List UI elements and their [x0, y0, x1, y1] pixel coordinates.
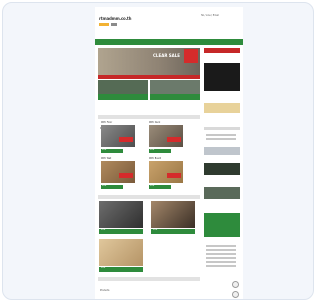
product-card-1[interactable]: WPC Floor View	[101, 121, 135, 155]
product-image[interactable]	[101, 125, 135, 147]
sidebar-link[interactable]	[206, 253, 236, 255]
product-button[interactable]: View	[149, 149, 171, 153]
promo-card-1[interactable]	[98, 80, 148, 100]
sidebar-link[interactable]	[206, 261, 236, 263]
sidebar-link[interactable]	[206, 257, 236, 259]
tile-button[interactable]: View	[151, 229, 195, 234]
certification-badge-icon	[232, 281, 239, 288]
certification-badge-icon	[232, 291, 239, 298]
screenshot-frame: rtmadmm.co.th Tel / Line / Email Home Pr…	[2, 2, 314, 300]
product-image[interactable]	[101, 161, 135, 183]
main-nav: Home Products Promotion About Contact	[95, 39, 243, 55]
section-header-tiles: Products	[98, 195, 200, 210]
section-header-products: Products	[98, 115, 200, 130]
header-contact: Tel / Line / Email	[201, 14, 219, 17]
product-name: WPC Wall	[101, 157, 112, 160]
tile-image[interactable]	[99, 239, 143, 266]
sidebar-banner-4[interactable]	[204, 187, 240, 199]
sidebar-link[interactable]	[206, 249, 236, 251]
sidebar-social-box[interactable]	[204, 213, 240, 237]
price-tag	[167, 137, 181, 142]
tile-image[interactable]	[151, 201, 195, 228]
product-name: WPC Floor	[101, 121, 113, 124]
sidebar-link[interactable]	[206, 134, 236, 136]
sidebar-link[interactable]	[206, 245, 236, 247]
promo-card-2[interactable]	[150, 80, 200, 100]
sidebar-link[interactable]	[206, 138, 236, 140]
product-name: WPC Board	[149, 157, 162, 160]
price-tag	[119, 137, 133, 142]
hero-headline: CLEAR SALE	[153, 53, 181, 58]
sidebar-banner-3[interactable]	[204, 163, 240, 175]
tile-card-3[interactable]: View	[99, 239, 143, 273]
tile-image[interactable]	[99, 201, 143, 228]
tile-card-2[interactable]: View	[151, 201, 195, 235]
hero-strip	[98, 75, 200, 79]
product-card-4[interactable]: WPC Board View	[149, 157, 183, 191]
site-header: rtmadmm.co.th Tel / Line / Email	[95, 7, 243, 37]
product-image[interactable]	[149, 125, 183, 147]
price-tag	[119, 173, 133, 178]
logo-accent-gray	[111, 23, 117, 26]
price-tag	[167, 173, 181, 178]
product-name: WPC Deck	[149, 121, 161, 124]
logo-accent-yellow	[99, 23, 109, 26]
section-title: Products	[100, 289, 110, 292]
product-button[interactable]: View	[101, 185, 123, 189]
sidebar-link[interactable]	[206, 265, 236, 267]
site-logo[interactable]: rtmadmm.co.th	[99, 15, 139, 22]
tile-card-1[interactable]: View	[99, 201, 143, 235]
product-button[interactable]: View	[149, 185, 171, 189]
sidebar-header	[204, 48, 240, 53]
sidebar-banner-1[interactable]	[204, 103, 240, 113]
sidebar-banner-2[interactable]	[204, 147, 240, 155]
webpage-preview: rtmadmm.co.th Tel / Line / Email Home Pr…	[95, 7, 243, 299]
tile-button[interactable]: View	[99, 267, 143, 272]
tile-button[interactable]: View	[99, 229, 143, 234]
sidebar-video[interactable]	[204, 63, 240, 91]
sidebar-divider	[204, 127, 240, 130]
product-button[interactable]: View	[101, 149, 123, 153]
section-header-bottom: Products	[98, 277, 200, 292]
product-card-2[interactable]: WPC Deck View	[149, 121, 183, 155]
product-image[interactable]	[149, 161, 183, 183]
hero-badge	[184, 49, 198, 63]
product-card-3[interactable]: WPC Wall View	[101, 157, 135, 191]
